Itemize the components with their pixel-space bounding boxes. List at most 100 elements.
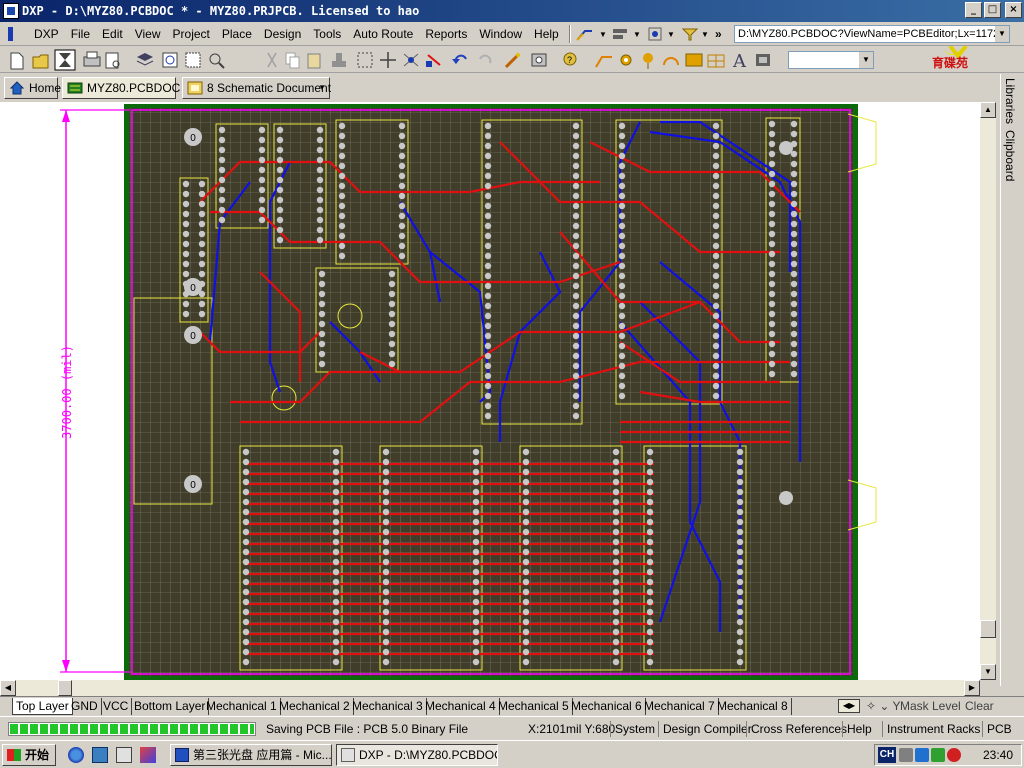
select-area-icon[interactable] xyxy=(357,52,373,68)
layer-tab-gnd[interactable]: GND xyxy=(68,698,102,715)
maximize-button[interactable]: □ xyxy=(984,2,1001,18)
help-icon[interactable]: ? xyxy=(563,52,577,66)
layer-tab-mech5[interactable]: Mechanical 5 xyxy=(495,698,573,715)
menu-file[interactable]: File xyxy=(65,27,96,41)
zoom-fit-icon[interactable] xyxy=(162,52,178,68)
mask-level-button[interactable]: Mask Level xyxy=(900,698,961,715)
address-dropdown-icon[interactable]: ▼ xyxy=(995,26,1009,42)
horizontal-scroll-thumb[interactable] xyxy=(58,680,72,696)
clear-button[interactable]: Clear xyxy=(965,698,994,715)
chevron-down-icon[interactable]: ▼ xyxy=(318,78,326,98)
cut-icon[interactable] xyxy=(267,52,277,68)
scroll-right-icon[interactable]: ▶ xyxy=(964,680,980,696)
new-file-icon[interactable] xyxy=(10,52,24,70)
tab-schematic-documents[interactable]: 8 Schematic Document ▼ xyxy=(182,77,331,99)
antivirus-icon[interactable] xyxy=(947,748,961,762)
ie-browser-icon[interactable] xyxy=(68,747,84,763)
layer-tab-mech1[interactable]: Mechanical 1 xyxy=(203,698,281,715)
place-via-icon[interactable] xyxy=(643,53,653,69)
print-preview-icon[interactable] xyxy=(105,52,120,69)
route-track-icon[interactable] xyxy=(595,56,612,68)
quick-launch-app-icon[interactable] xyxy=(140,747,156,763)
layer-stack-icon[interactable] xyxy=(136,53,154,66)
inspector-icon[interactable] xyxy=(648,27,662,40)
tab-pcb-document[interactable]: MYZ80.PCBDOC * xyxy=(62,77,188,99)
move-selection-icon[interactable] xyxy=(403,53,419,67)
layer-tab-bottom[interactable]: Bottom Layer xyxy=(131,698,210,715)
highlight-filter-icon[interactable]: ✧ ⌄ Y xyxy=(866,698,901,715)
cross-probe-icon[interactable] xyxy=(504,53,520,69)
open-folder-icon[interactable] xyxy=(32,54,49,69)
paste-icon[interactable] xyxy=(307,53,321,69)
horizontal-scrollbar[interactable]: ◀ ▶ xyxy=(0,680,980,696)
print-icon[interactable] xyxy=(83,51,101,67)
menu-project[interactable]: Project xyxy=(167,27,216,41)
menu-reports[interactable]: Reports xyxy=(419,27,473,41)
copy-icon[interactable] xyxy=(285,52,300,69)
place-string-icon[interactable]: A xyxy=(732,51,747,72)
network-icon[interactable] xyxy=(915,748,929,762)
menu-design[interactable]: Design xyxy=(258,27,307,41)
scroll-up-icon[interactable]: ▲ xyxy=(980,102,996,118)
deselect-icon[interactable] xyxy=(426,54,441,67)
panel-cross-references-button[interactable]: Cross References xyxy=(746,721,847,737)
layer-tab-mech4[interactable]: Mechanical 4 xyxy=(422,698,500,715)
pcb-drawing[interactable]: 0 0 0 0 3700.00 (mil) xyxy=(0,102,980,680)
close-button[interactable]: × xyxy=(1005,2,1022,18)
zoom-area-icon[interactable] xyxy=(185,52,201,68)
input-language-indicator[interactable]: CH xyxy=(878,747,896,763)
menu-window[interactable]: Window xyxy=(473,27,528,41)
menu-auto-route[interactable]: Auto Route xyxy=(347,27,419,41)
layer-tab-mech2[interactable]: Mechanical 2 xyxy=(276,698,354,715)
panel-system-button[interactable]: System xyxy=(610,721,655,737)
minimize-button[interactable]: _ xyxy=(965,2,982,18)
dropdown-arrow-icon[interactable]: ▼ xyxy=(599,30,607,39)
keyboard-icon[interactable] xyxy=(899,748,913,762)
dimension-line[interactable]: 3700.00 (mil) xyxy=(60,109,130,673)
dropdown-arrow-icon[interactable]: ▼ xyxy=(701,30,709,39)
panel-design-compiler-button[interactable]: Design Compiler xyxy=(658,721,752,737)
menu-tools[interactable]: Tools xyxy=(307,27,347,41)
panel-pcb-button[interactable]: PCB xyxy=(982,721,1012,737)
zoom-selected-icon[interactable] xyxy=(209,53,225,69)
layer-tab-vcc[interactable]: VCC xyxy=(100,698,133,715)
task-dxp[interactable]: DXP - D:\MYZ80.PCBDOC ... xyxy=(336,744,498,766)
interactive-route-icon[interactable] xyxy=(576,29,592,41)
tray-app-icon[interactable] xyxy=(931,748,945,762)
layer-tab-mech6[interactable]: Mechanical 6 xyxy=(568,698,646,715)
layer-tab-top[interactable]: Top Layer xyxy=(12,698,73,715)
move-icon[interactable] xyxy=(380,52,396,68)
panel-instrument-racks-button[interactable]: Instrument Racks xyxy=(882,721,980,737)
place-pad-icon[interactable] xyxy=(620,54,632,66)
menu-help[interactable]: Help xyxy=(528,27,565,41)
redo-icon[interactable] xyxy=(479,54,492,64)
browse-components-icon[interactable] xyxy=(531,53,547,67)
dxp-logo-icon[interactable] xyxy=(6,25,26,43)
place-fill-icon[interactable] xyxy=(685,53,703,67)
layer-scroll-arrows-icon[interactable]: ◀▶ xyxy=(838,699,860,713)
vertical-scroll-thumb[interactable] xyxy=(980,620,996,638)
undo-icon[interactable] xyxy=(452,54,467,64)
snap-grid-combo[interactable]: ▼ xyxy=(788,51,874,69)
rubber-stamp-icon[interactable] xyxy=(332,53,346,67)
layer-tab-mech3[interactable]: Mechanical 3 xyxy=(349,698,427,715)
dropdown-arrow-icon[interactable]: ▼ xyxy=(633,30,641,39)
busy-hourglass-icon[interactable] xyxy=(54,49,76,71)
scroll-down-icon[interactable]: ▼ xyxy=(980,664,996,680)
show-desktop-icon[interactable] xyxy=(116,747,132,763)
more-tools-icon[interactable]: » xyxy=(715,27,722,41)
start-button[interactable]: 开始 xyxy=(2,744,56,766)
filter-icon[interactable] xyxy=(681,28,698,40)
vertical-scrollbar[interactable]: ▲ ▼ xyxy=(980,102,996,680)
dropdown-arrow-icon[interactable]: ▼ xyxy=(667,30,675,39)
chevron-down-icon[interactable]: ▼ xyxy=(859,52,873,68)
app-icon[interactable] xyxy=(3,3,19,19)
pcb-canvas[interactable]: 0 0 0 0 3700.00 (mil) xyxy=(0,102,980,680)
tab-clipboard[interactable]: Clipboard xyxy=(1003,130,1017,181)
menu-dxp[interactable]: DXP xyxy=(28,27,65,41)
address-field[interactable]: D:\MYZ80.PCBDOC?ViewName=PCBEditor;Lx=11… xyxy=(734,25,1010,43)
panel-help-button[interactable]: Help xyxy=(842,721,872,737)
place-arc-icon[interactable] xyxy=(663,57,679,66)
menu-place[interactable]: Place xyxy=(216,27,258,41)
scroll-left-icon[interactable]: ◀ xyxy=(0,680,16,696)
